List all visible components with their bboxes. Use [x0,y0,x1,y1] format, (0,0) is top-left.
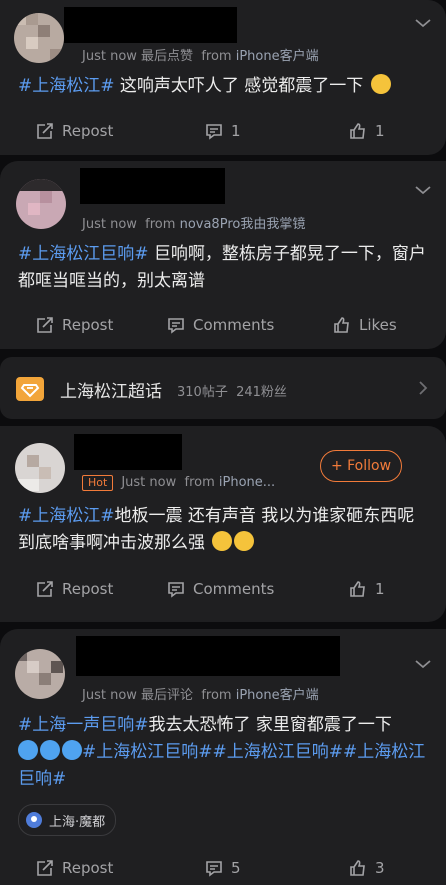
sad-face-icon [212,531,233,551]
post-meta: Just now 最后评论 from iPhone客户端 [82,684,319,703]
crying-face-icon [370,74,391,94]
username-redacted [76,636,340,676]
like-button[interactable]: 3 [349,853,385,883]
username-redacted [74,434,182,470]
hashtag-link[interactable]: #上海一声巨响# [18,715,149,735]
thumbs-up-icon [350,123,365,139]
action-bar: Repost 1 1 [0,116,446,146]
comment-icon [206,124,222,140]
avatar[interactable] [16,179,66,229]
post-text: #上海一声巨响#我去太恐怖了 家里窗都震了一下 #上海松江巨响##上海松江巨响#… [18,712,428,793]
from-label: from [145,217,176,232]
hashtag-link[interactable]: #上海松江# [18,76,115,96]
comment-button[interactable]: 5 [205,853,241,883]
posts-count: 310帖子 [177,385,228,400]
hashtag-link[interactable]: #上海松江# [18,506,115,526]
comment-button[interactable]: Comments [167,574,274,604]
post-time: Just now [82,217,137,232]
hashtag-link[interactable]: #上海松江巨响# [18,244,149,264]
post-card[interactable]: Hot Just now from iPhone... + Follow #上海松… [0,426,446,622]
post-card[interactable]: Just now 最后点赞 from iPhone客户端 #上海松江# 这响声太… [0,0,446,155]
post-text: #上海松江巨响# 巨响啊，整栋房子都晃了一下，窗户都哐当哐当的，别太离谱 [18,241,428,295]
action-bar: Repost 5 3 [0,853,446,883]
comment-button[interactable]: 1 [205,116,241,146]
post-body: 我去太恐怖了 家里窗都震了一下 [148,715,392,735]
topic-bar[interactable]: 上海松江超话 310帖子 241粉丝 [0,357,446,419]
fearful-face-icon [40,740,60,760]
topic-stats: 310帖子 241粉丝 [177,381,287,400]
follow-button[interactable]: + Follow [320,450,402,482]
post-meta: Just now from nova8Pro我由我掌镜 [82,213,305,232]
comment-icon [206,861,222,877]
like-button[interactable]: 1 [349,574,385,604]
repost-icon [37,860,53,876]
sad-face-icon [234,531,255,551]
repost-button[interactable]: Repost [36,310,113,340]
like-button[interactable]: Likes [333,310,397,340]
post-time: Just now [82,49,137,64]
post-meta: Hot Just now from iPhone... [82,475,275,491]
post-text: #上海松江# 这响声太吓人了 感觉都震了一下 [18,73,428,100]
post-time: Just now [82,688,137,703]
from-label: from [201,49,232,64]
repost-button[interactable]: Repost [36,574,113,604]
post-source[interactable]: iPhone客户端 [236,688,319,703]
location-pin-icon [26,812,42,828]
from-label: from [201,688,232,703]
thumbs-up-icon [350,860,365,876]
chevron-down-icon[interactable] [414,185,432,195]
post-source[interactable]: iPhone... [219,475,275,490]
location-label: 上海·魔都 [49,814,106,830]
repost-icon [37,317,53,333]
post-source[interactable]: iPhone客户端 [236,49,319,64]
from-label: from [184,475,215,490]
comment-icon [168,318,184,334]
super-topic-icon [16,377,44,401]
post-card[interactable]: Just now 最后评论 from iPhone客户端 #上海一声巨响#我去太… [0,629,446,885]
post-action: 最后评论 [141,688,194,703]
username-redacted [80,168,225,204]
topic-title: 上海松江超话 [60,382,162,402]
action-bar: Repost Comments 1 [0,574,446,604]
post-card[interactable]: Just now from nova8Pro我由我掌镜 #上海松江巨响# 巨响啊… [0,161,446,349]
repost-button[interactable]: Repost [36,116,113,146]
repost-button[interactable]: Repost [36,853,113,883]
post-source[interactable]: nova8Pro我由我掌镜 [180,217,306,232]
repost-icon [37,123,53,139]
chevron-down-icon[interactable] [414,18,432,28]
hot-badge: Hot [82,475,114,491]
chevron-right-icon [419,381,428,395]
location-chip[interactable]: 上海·魔都 [18,804,117,836]
avatar[interactable] [15,649,65,699]
username-redacted [64,7,237,43]
thumbs-up-icon [334,317,349,333]
avatar[interactable] [15,443,65,493]
avatar[interactable] [14,13,64,63]
comment-button[interactable]: Comments [167,310,274,340]
like-button[interactable]: 1 [349,116,385,146]
post-time: Just now [121,475,177,490]
chevron-down-icon[interactable] [414,659,432,669]
fearful-face-icon [62,740,82,760]
post-meta: Just now 最后点赞 from iPhone客户端 [82,45,319,64]
fans-count: 241粉丝 [236,385,287,400]
comment-icon [168,582,184,598]
thumbs-up-icon [350,581,365,597]
action-bar: Repost Comments Likes [0,310,446,340]
repost-icon [37,581,53,597]
post-action: 最后点赞 [141,49,194,64]
post-body: 这响声太吓人了 感觉都震了一下 [114,76,364,96]
fearful-face-icon [18,740,38,760]
post-text: #上海松江#地板一震 还有声音 我以为谁家砸东西呢 到底啥事啊冲击波那么强 [18,503,428,557]
